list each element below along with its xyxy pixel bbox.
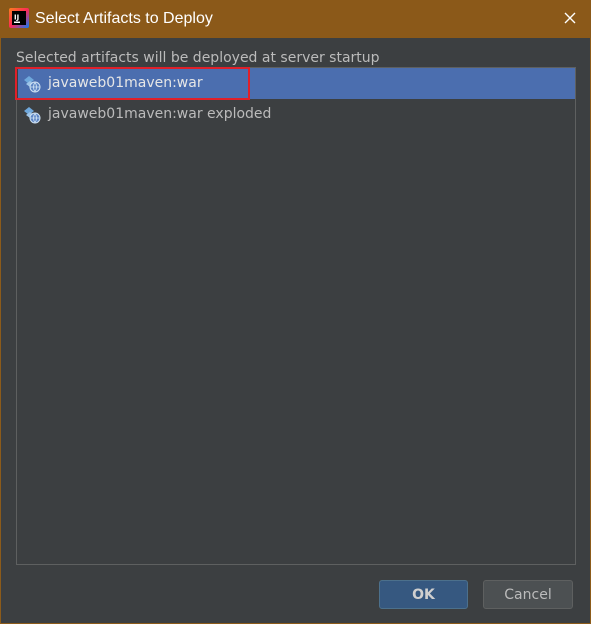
list-item[interactable]: javaweb01maven:war bbox=[15, 67, 575, 100]
svg-text:IJ: IJ bbox=[14, 14, 19, 22]
artifact-label: javaweb01maven:war exploded bbox=[48, 106, 272, 122]
dialog-description: Selected artifacts will be deployed at s… bbox=[16, 50, 380, 66]
artifact-list[interactable]: javaweb01maven:war javaweb01maven:war ex… bbox=[15, 67, 576, 565]
window-title: Select Artifacts to Deploy bbox=[35, 10, 213, 27]
cancel-button[interactable]: Cancel bbox=[483, 580, 573, 609]
dialog-content: Selected artifacts will be deployed at s… bbox=[1, 38, 590, 623]
web-artifact-icon bbox=[22, 105, 42, 125]
close-icon bbox=[564, 9, 576, 28]
ok-button[interactable]: OK bbox=[379, 580, 468, 609]
intellij-idea-icon: IJ bbox=[9, 8, 29, 28]
artifact-label: javaweb01maven:war bbox=[48, 75, 203, 91]
list-item[interactable]: javaweb01maven:war exploded bbox=[18, 99, 575, 130]
dialog-window: IJ Select Artifacts to Deploy Selected a… bbox=[0, 0, 591, 624]
title-bar[interactable]: IJ Select Artifacts to Deploy bbox=[0, 0, 591, 38]
web-artifact-icon bbox=[22, 74, 42, 94]
close-button[interactable] bbox=[555, 4, 585, 32]
